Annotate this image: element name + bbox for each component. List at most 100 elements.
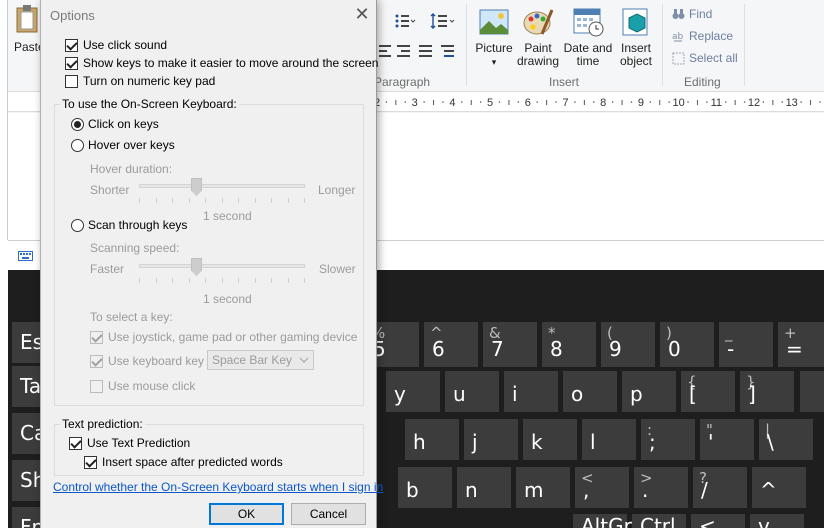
keyboard-icon: [18, 251, 33, 261]
key-top-2[interactable]: i: [504, 371, 558, 412]
key-home-5[interactable]: " ': [700, 419, 754, 460]
scan-slower-label: Slower: [319, 262, 356, 276]
align-left-button[interactable]: [378, 44, 394, 58]
numeric-pad-checkbox[interactable]: [65, 74, 78, 88]
date-time-button[interactable]: Date and time: [562, 6, 614, 68]
keyboard-key-select[interactable]: Space Bar Key: [207, 350, 314, 370]
key-2-num[interactable]: & 7: [483, 322, 537, 367]
show-keys-checkbox[interactable]: [65, 56, 78, 70]
key-top-1[interactable]: u: [445, 371, 499, 412]
slider-tick: [188, 198, 190, 203]
key-top-6[interactable]: }]: [740, 371, 794, 412]
mouse-click-option[interactable]: Use mouse click: [90, 379, 195, 393]
chevron-down-icon: [299, 357, 309, 363]
hover-duration-ticks: [139, 198, 305, 204]
joystick-option[interactable]: Use joystick, game pad or other gaming d…: [90, 330, 357, 344]
picture-button[interactable]: Picture ▾: [472, 6, 516, 69]
key-bottom-1[interactable]: n: [457, 467, 511, 508]
key-7-num[interactable]: + =: [778, 322, 824, 367]
insert-object-label-2: object: [619, 54, 653, 68]
key-1-num[interactable]: ^ 6: [424, 322, 478, 367]
slider-tick: [304, 198, 305, 203]
replace-button[interactable]: ab Replace: [672, 29, 733, 43]
joystick-checkbox[interactable]: [90, 330, 103, 344]
key-fn-0[interactable]: AltGr: [573, 514, 632, 528]
startup-settings-link[interactable]: Control whether the On-Screen Keyboard s…: [53, 480, 383, 494]
insert-object-button[interactable]: Insert object: [614, 6, 658, 68]
key-fn-1-label: Ctrl: [640, 514, 676, 528]
ruler-tick: [385, 101, 388, 103]
cancel-button[interactable]: Cancel: [291, 503, 366, 525]
close-button[interactable]: ✕: [351, 4, 373, 24]
justify-button[interactable]: [418, 44, 434, 58]
key-home-0[interactable]: h: [405, 419, 459, 460]
slider-tick: [254, 278, 256, 283]
key-bottom-4[interactable]: >.: [634, 467, 688, 508]
key-top-0[interactable]: y: [386, 371, 440, 412]
ruler-tick: [706, 101, 708, 103]
click-on-keys-label: Click on keys: [88, 117, 159, 131]
key-top-4[interactable]: p: [622, 371, 676, 412]
click-on-keys-option[interactable]: Click on keys: [71, 117, 159, 131]
list-bullets-button[interactable]: [394, 12, 416, 30]
key-top-4-label: p: [630, 382, 643, 406]
ruler-tick: [574, 101, 576, 103]
ruler-number: 13: [786, 97, 798, 109]
find-button[interactable]: Find: [672, 7, 712, 21]
ruler-tick: [479, 101, 482, 103]
key-fn-3[interactable]: v: [750, 514, 804, 528]
editing-group-label: Editing: [684, 75, 721, 89]
key-top-5[interactable]: {[: [681, 371, 735, 412]
key-home-6[interactable]: | \: [759, 419, 813, 460]
key-bottom-2[interactable]: m: [516, 467, 570, 508]
key-fn-2[interactable]: <: [691, 514, 745, 528]
line-spacing-button[interactable]: [430, 12, 456, 30]
key-home-4[interactable]: :;: [641, 419, 695, 460]
key-home-1[interactable]: j: [464, 419, 518, 460]
numeric-pad-option[interactable]: Turn on numeric key pad: [65, 74, 215, 88]
insert-space-option[interactable]: Insert space after predicted words: [84, 455, 283, 469]
click-sound-option[interactable]: Use click sound: [65, 38, 167, 52]
key-5-num[interactable]: ) 0: [660, 322, 714, 367]
use-text-prediction-checkbox[interactable]: [69, 436, 82, 450]
key-6-num[interactable]: _ -: [719, 322, 773, 367]
key-bottom-0[interactable]: b: [398, 467, 452, 508]
paint-drawing-button[interactable]: Paint drawing: [516, 6, 560, 68]
ruler-tick: [404, 101, 407, 103]
key-edge-top[interactable]: [800, 371, 824, 412]
show-keys-option[interactable]: Show keys to make it easier to move arou…: [65, 56, 378, 70]
use-text-prediction-option[interactable]: Use Text Prediction: [69, 436, 190, 450]
click-on-keys-radio[interactable]: [71, 117, 84, 131]
paste-button[interactable]: Paste: [14, 4, 40, 54]
key-bottom-5[interactable]: ? /: [693, 467, 747, 508]
date-time-label-2: time: [576, 54, 600, 68]
key-top-3[interactable]: o: [563, 371, 617, 412]
key-home-2[interactable]: k: [523, 419, 577, 460]
paragraph-settings-button[interactable]: [440, 44, 456, 58]
hover-over-keys-radio[interactable]: [71, 138, 84, 152]
select-all-button[interactable]: Select all: [672, 51, 738, 65]
insert-space-checkbox[interactable]: [84, 455, 97, 469]
ok-button[interactable]: OK: [209, 503, 284, 525]
ruler-number: 6: [525, 97, 531, 109]
insert-group-label: Insert: [549, 75, 580, 89]
use-osk-group-label: To use the On-Screen Keyboard:: [60, 97, 239, 111]
keyboard-key-option[interactable]: Use keyboard key: [90, 354, 204, 368]
key-home-6-label: \: [767, 430, 774, 454]
hover-over-keys-option[interactable]: Hover over keys: [71, 138, 175, 152]
keyboard-key-checkbox[interactable]: [90, 354, 103, 368]
key-4-num[interactable]: (9: [601, 322, 655, 367]
key-bottom-4-label: .: [642, 478, 649, 502]
mouse-click-checkbox[interactable]: [90, 379, 103, 393]
key-home-3[interactable]: l: [582, 419, 636, 460]
scan-through-keys-radio[interactable]: [71, 218, 84, 232]
key-bottom-3[interactable]: <,: [575, 467, 629, 508]
align-right-button[interactable]: [396, 44, 412, 58]
scan-through-keys-option[interactable]: Scan through keys: [71, 218, 187, 232]
key-home-1-label: j: [472, 430, 478, 454]
ribbon-separator: [662, 4, 663, 86]
key-bottom-6[interactable]: ^: [752, 467, 806, 508]
key-fn-1[interactable]: Ctrl: [632, 514, 686, 528]
click-sound-checkbox[interactable]: [65, 38, 78, 52]
key-3-num[interactable]: * 8: [542, 322, 596, 367]
